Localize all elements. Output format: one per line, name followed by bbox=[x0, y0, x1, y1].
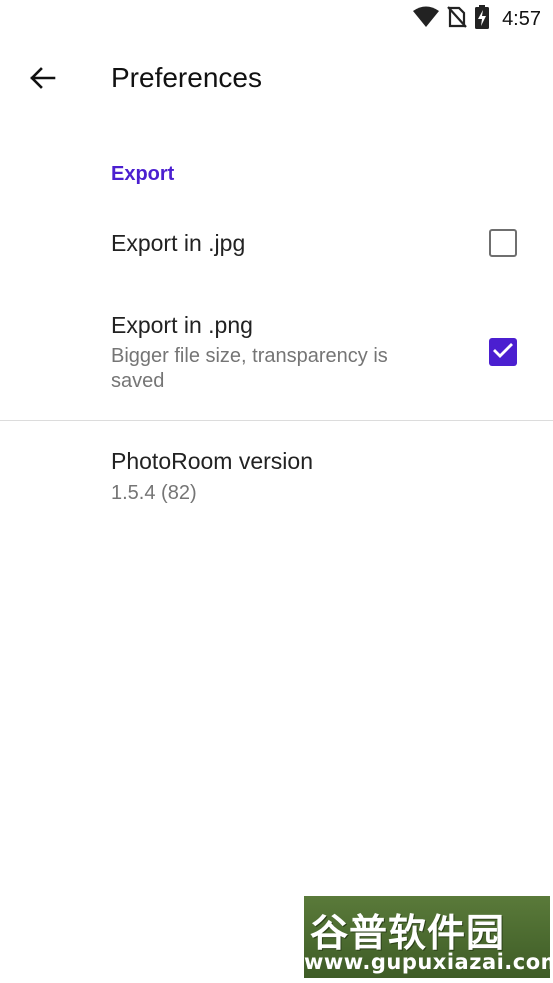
pref-title: PhotoRoom version bbox=[111, 448, 313, 474]
export-jpg-checkbox[interactable] bbox=[489, 229, 517, 257]
watermark-url: www.gupuxiazai.com bbox=[304, 950, 550, 974]
app-bar: Preferences bbox=[0, 38, 553, 124]
section-header-export: Export bbox=[111, 163, 175, 185]
wifi-icon bbox=[412, 6, 440, 33]
page-title: Preferences bbox=[111, 62, 262, 93]
section-divider bbox=[0, 420, 553, 421]
pref-title: Export in .png bbox=[111, 312, 253, 338]
pref-summary: Bigger file size, transparency is saved bbox=[111, 345, 388, 392]
pref-export-png[interactable]: Export in .png Bigger file size, transpa… bbox=[0, 300, 553, 410]
no-sim-icon bbox=[446, 5, 468, 34]
status-time: 4:57 bbox=[502, 7, 541, 30]
check-icon bbox=[492, 341, 514, 364]
pref-app-version[interactable]: PhotoRoom version 1.5.4 (82) bbox=[0, 436, 553, 516]
pref-export-jpg[interactable]: Export in .jpg bbox=[0, 206, 553, 282]
battery-charging-icon bbox=[474, 4, 490, 35]
pref-summary: 1.5.4 (82) bbox=[111, 482, 197, 504]
export-png-checkbox[interactable] bbox=[489, 338, 517, 366]
watermark-chinese-text: 谷普软件园 bbox=[310, 911, 506, 955]
watermark-logo: 谷普软件园 www.gupuxiazai.com bbox=[304, 896, 550, 978]
pref-title: Export in .jpg bbox=[111, 230, 246, 256]
back-button[interactable] bbox=[18, 56, 66, 104]
status-bar: 4:57 bbox=[0, 0, 553, 38]
status-icons: 4:57 bbox=[412, 4, 541, 35]
arrow-back-icon bbox=[28, 66, 56, 95]
